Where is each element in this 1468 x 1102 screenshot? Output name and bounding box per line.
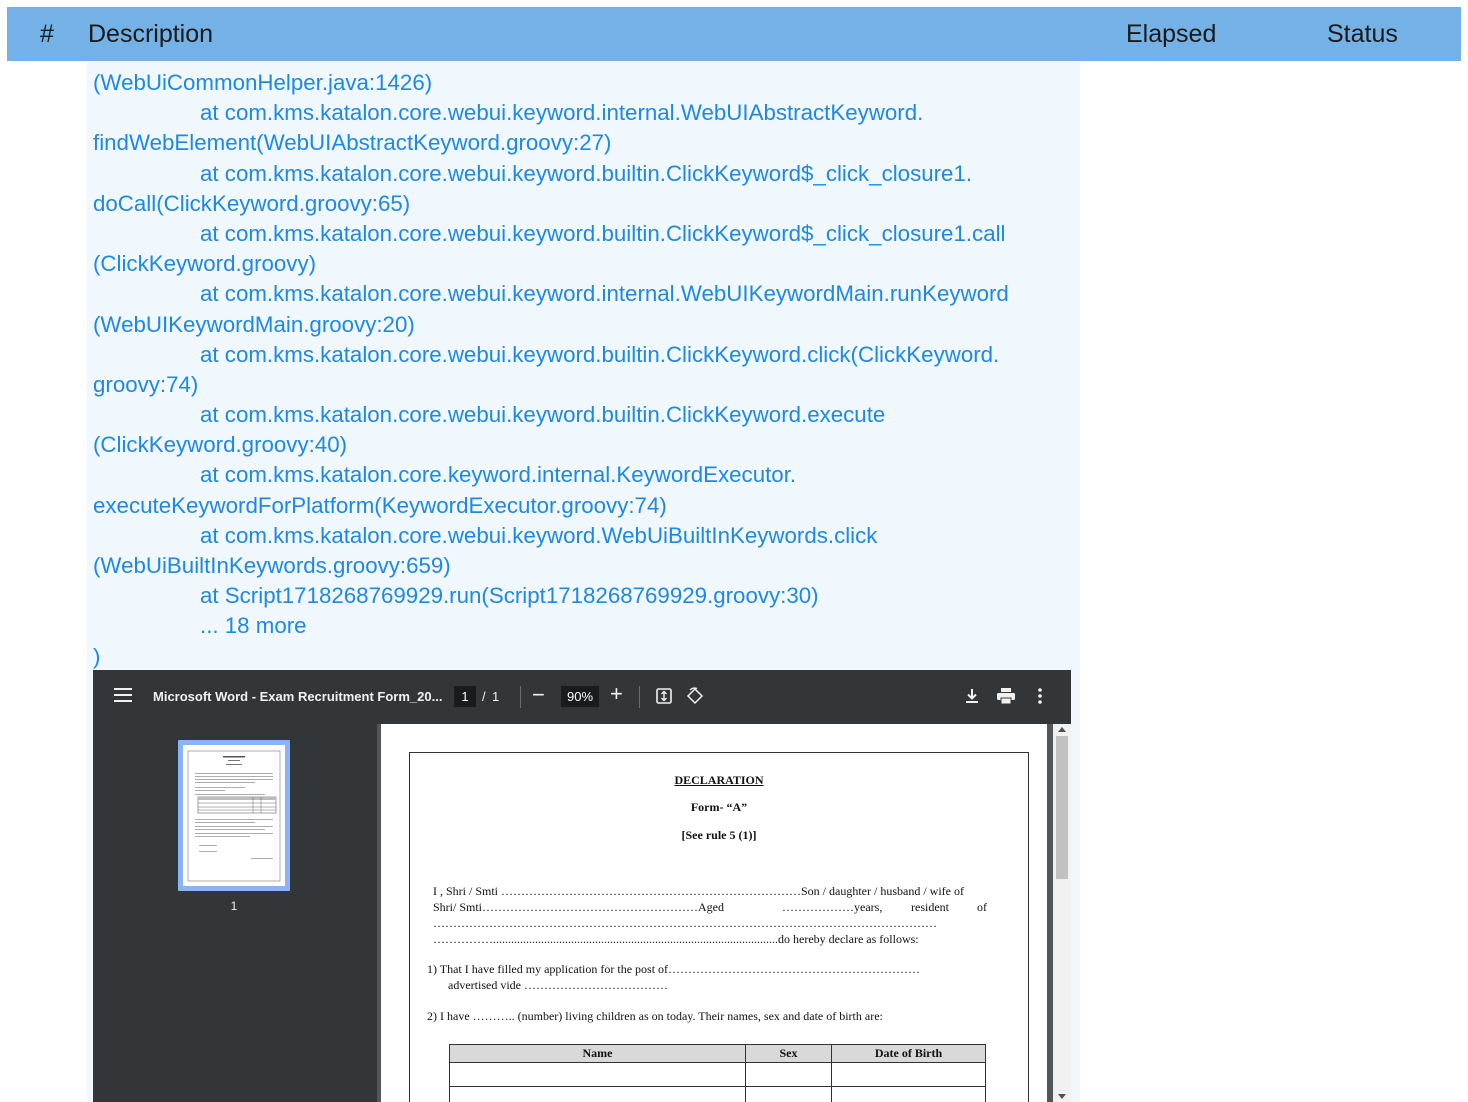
download-icon[interactable] <box>965 688 979 704</box>
document-rule: [See rule 5 (1)] <box>681 828 757 842</box>
log-line: at com.kms.katalon.core.keyword.internal… <box>200 462 797 488</box>
children-table: Name Sex Date of Birth <box>449 1044 986 1102</box>
document-line: Shri/ Smti………………………………………………Aged <box>433 900 725 914</box>
log-line: at com.kms.katalon.core.webui.keyword.bu… <box>200 220 1006 246</box>
document-item: advertised vide ……………………………… <box>448 978 668 992</box>
log-line: (WebUiCommonHelper.java:1426) <box>93 70 433 95</box>
log-line: findWebElement(WebUIAbstractKeyword.groo… <box>93 130 612 156</box>
column-header-elapsed: Elapsed <box>1126 20 1217 48</box>
scroll-up-arrow-icon[interactable] <box>1058 727 1066 732</box>
log-line: (WebUIKeywordMain.groovy:20) <box>93 311 415 337</box>
document-line: …………………………………………………………………………………………………………… <box>433 916 937 930</box>
declaration-document: DECLARATION Form- “A” [See rule 5 (1)] I… <box>409 752 1029 1102</box>
more-icon[interactable] <box>1038 688 1042 704</box>
thumbnail-sidebar: 1 <box>93 724 377 1102</box>
page-total: 1 <box>492 689 500 704</box>
log-line: (WebUiBuiltInKeywords.groovy:659) <box>93 553 451 578</box>
zoom-out-button[interactable]: − <box>532 682 545 708</box>
document-form-label: Form- “A” <box>690 800 748 814</box>
log-line: (ClickKeyword.groovy:40) <box>93 432 348 458</box>
log-line: at com.kms.katalon.core.webui.keyword.bu… <box>200 402 886 428</box>
log-line: executeKeywordForPlatform(KeywordExecuto… <box>93 492 667 518</box>
thumbnail-page-preview <box>183 745 285 886</box>
document-heading: DECLARATION <box>674 773 764 787</box>
column-header-status: Status <box>1327 20 1398 48</box>
menu-icon[interactable] <box>114 688 132 706</box>
pdf-toolbar: Microsoft Word - Exam Recruitment Form_2… <box>93 670 1071 724</box>
log-line: groovy:74) <box>93 371 199 397</box>
page-number-input[interactable]: 1 <box>454 686 476 707</box>
zoom-level-input[interactable]: 90% <box>561 686 599 707</box>
document-line: ………………years, <box>782 900 883 914</box>
table-row <box>449 1062 986 1087</box>
log-line: at com.kms.katalon.core.webui.keyword.bu… <box>200 341 1000 367</box>
column-header-number: # <box>40 20 54 48</box>
document-line: of <box>977 900 987 914</box>
print-icon[interactable] <box>997 688 1015 704</box>
log-line: doCall(ClickKeyword.groovy:65) <box>93 190 411 216</box>
table-header-sex: Sex <box>745 1044 832 1063</box>
thumbnail-content-graphic <box>187 750 281 882</box>
log-line: at com.kms.katalon.core.webui.keyword.in… <box>200 281 1009 307</box>
stack-trace: (WebUiCommonHelper.java:1426) at com.kms… <box>93 68 1009 672</box>
pdf-page: DECLARATION Form- “A” [See rule 5 (1)] I… <box>381 724 1047 1102</box>
rotate-icon[interactable] <box>686 687 704 705</box>
log-line: at com.kms.katalon.core.webui.keyword.We… <box>200 522 878 548</box>
thumbnail-page-number: 1 <box>230 899 238 913</box>
document-item: 2) I have ……….. (number) living children… <box>427 1009 883 1023</box>
pdf-viewer: Microsoft Word - Exam Recruitment Form_2… <box>93 670 1071 1102</box>
log-line: at com.kms.katalon.core.webui.keyword.bu… <box>200 160 973 186</box>
page-separator: / <box>482 689 486 704</box>
log-line: ... 18 more <box>200 613 307 639</box>
log-line: at Script1718268769929.run(Script1718268… <box>200 583 819 609</box>
document-line: resident <box>911 900 949 914</box>
scrollbar-thumb[interactable] <box>1056 736 1068 879</box>
scroll-down-arrow-icon[interactable] <box>1058 1094 1066 1099</box>
toolbar-divider <box>639 686 640 708</box>
fit-page-icon[interactable] <box>655 687 673 705</box>
toolbar-divider <box>520 686 521 708</box>
document-line: I , Shri / Smti ………………………………………………………………… <box>433 884 964 898</box>
document-line: ……………...................................… <box>433 932 919 946</box>
page-thumbnail[interactable] <box>178 740 290 891</box>
log-line: (ClickKeyword.groovy) <box>93 251 317 277</box>
table-row <box>449 1086 986 1102</box>
table-header-dob: Date of Birth <box>831 1044 986 1063</box>
column-header-description: Description <box>88 20 214 48</box>
document-title: Microsoft Word - Exam Recruitment Form_2… <box>153 689 443 704</box>
log-line: at com.kms.katalon.core.webui.keyword.in… <box>200 100 924 126</box>
report-table-header: # Description Elapsed Status <box>7 7 1461 61</box>
table-header-name: Name <box>449 1044 746 1063</box>
pdf-scrollbar[interactable] <box>1053 724 1071 1102</box>
zoom-in-button[interactable]: + <box>610 681 623 707</box>
document-item: 1) That I have filled my application for… <box>427 962 921 976</box>
pdf-page-area: DECLARATION Form- “A” [See rule 5 (1)] I… <box>377 724 1071 1102</box>
log-line: ) <box>93 643 101 669</box>
